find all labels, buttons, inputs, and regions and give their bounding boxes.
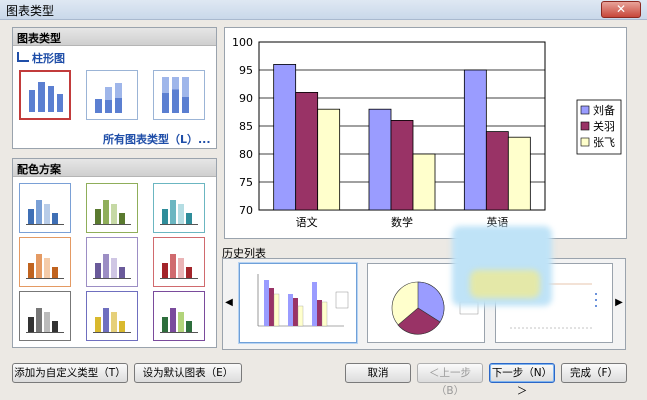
y-tick-label: 70 [239,204,253,217]
legend-label: 刘备 [593,103,615,117]
all-chart-types-link[interactable]: 所有图表类型（L）... [103,131,211,147]
color-scheme-7[interactable] [19,291,71,341]
bar-1 [368,108,392,211]
chart-type-panel: 图表类型 柱形图 所有图表类型（L）... [12,27,217,149]
color-scheme-2[interactable] [86,183,138,233]
finish-button[interactable]: 完成（F） [561,363,627,383]
bar-3 [412,153,436,211]
bar-2 [390,120,414,211]
set-default-chart-button[interactable]: 设为默认图表（E） [134,363,242,383]
bar-3 [507,136,531,211]
legend-swatch [580,137,590,147]
window-title: 图表类型 [6,4,55,18]
x-tick-label: 语文 [296,215,318,229]
chart-thumb-stacked[interactable] [86,70,138,120]
y-tick-label: 95 [239,64,253,77]
chart-type-header: 图表类型 [13,28,216,46]
bar-chart: 100959085807570语文 数学 英语刘备关羽张飞 [232,36,622,229]
chart-preview: 100 95 90 85 80 75 70 语文 数学 英语 刘备 关羽 张飞 [224,27,627,239]
color-scheme-9[interactable] [153,291,205,341]
bar-1 [273,64,297,211]
blurred-overlay-yellow [470,270,540,298]
bar-3 [317,108,341,211]
next-step-button[interactable]: 下一步（N）＞ [489,363,555,397]
color-scheme-6[interactable] [153,237,205,287]
legend-label: 关羽 [593,119,615,133]
column-subtype-text: 柱形图 [32,52,65,65]
history-item-bar[interactable] [239,263,357,343]
color-scheme-panel: 配色方案 [12,158,217,348]
add-custom-type-button[interactable]: 添加为自定义类型（T） [12,363,128,383]
color-scheme-3[interactable] [153,183,205,233]
title-bar: 图表类型 ✕ [0,0,647,20]
legend-label: 张飞 [593,136,615,149]
bar-2 [295,92,319,211]
chart-thumb-clustered[interactable] [19,70,71,120]
color-scheme-4[interactable] [19,237,71,287]
y-tick-label: 100 [232,36,253,49]
y-tick-label: 75 [239,176,253,189]
color-scheme-header: 配色方案 [13,159,216,177]
bar-2 [485,131,509,211]
color-scheme-5[interactable] [86,237,138,287]
history-list: ◀ ▶ [222,258,626,350]
history-scroll-right[interactable]: ▶ [613,289,625,317]
y-tick-label: 90 [239,92,253,105]
prev-step-button[interactable]: ＜上一步（B） [417,363,483,397]
history-scroll-left[interactable]: ◀ [223,289,235,317]
x-tick-label: 数学 [391,215,413,229]
y-tick-label: 85 [239,120,253,133]
column-subtype-label: 柱形图 [17,50,65,66]
column-chart-icon [17,52,29,62]
chart-thumb-percent[interactable] [153,70,205,120]
close-button[interactable]: ✕ [601,1,641,18]
legend-swatch [580,105,590,115]
y-tick-label: 80 [239,148,253,161]
color-scheme-8[interactable] [86,291,138,341]
bar-1 [463,69,487,211]
cancel-button[interactable]: 取消 [345,363,411,383]
color-scheme-1[interactable] [19,183,71,233]
legend-swatch [580,121,590,131]
